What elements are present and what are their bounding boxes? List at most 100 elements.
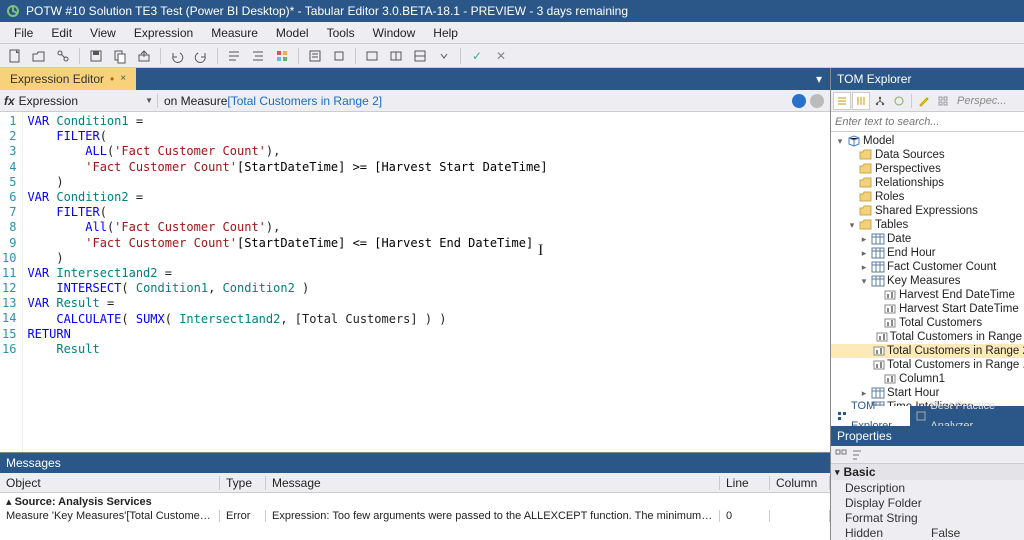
menu-view[interactable]: View (82, 24, 124, 42)
properties-title: Properties (831, 426, 1024, 446)
script-icon[interactable] (304, 46, 326, 66)
tree-node[interactable]: Harvest End DateTime (831, 288, 1024, 302)
panel-menu-icon[interactable]: ▾ (808, 69, 830, 89)
tom-tree[interactable]: ▾ModelData SourcesPerspectivesRelationsh… (831, 132, 1024, 406)
col-type[interactable]: Type (220, 476, 266, 490)
window1-icon[interactable] (361, 46, 383, 66)
expression-selector[interactable]: fx Expression ▼ (0, 94, 158, 108)
check-icon[interactable]: ✓ (466, 46, 488, 66)
tree-node[interactable]: Total Customers in Range ... (831, 358, 1024, 372)
toolbar-separator (160, 48, 161, 64)
hierarchy-icon[interactable] (871, 92, 889, 110)
window2-icon[interactable] (385, 46, 407, 66)
box-icon[interactable] (328, 46, 350, 66)
toolbar-separator (911, 94, 912, 108)
tom-search[interactable] (831, 112, 1024, 132)
menu-help[interactable]: Help (425, 24, 466, 42)
close-tab-icon[interactable]: × (120, 68, 126, 90)
property-row[interactable]: Display Folder (831, 495, 1024, 510)
context-prefix: on Measure (164, 94, 227, 108)
message-source[interactable]: ▴ Source: Analysis Services (0, 493, 830, 510)
messages-columns: Object Type Message Line Column (0, 473, 830, 493)
bpa-icon (916, 411, 926, 421)
tree-node[interactable]: ▸Fact Customer Count (831, 260, 1024, 274)
copy-icon[interactable] (109, 46, 131, 66)
sort-icon[interactable] (851, 449, 863, 461)
col-message[interactable]: Message (266, 476, 720, 490)
window3-icon[interactable] (409, 46, 431, 66)
tree-node[interactable]: ▸End Hour (831, 246, 1024, 260)
chevron-down-icon[interactable] (433, 46, 455, 66)
msg-column (770, 510, 830, 522)
msg-object: Measure 'Key Measures'[Total Customers i… (0, 510, 220, 522)
context-measure-link[interactable]: Total Customers in Range 2 (231, 94, 379, 108)
messages-title: Messages (0, 453, 830, 473)
comment-icon[interactable] (247, 46, 269, 66)
menu-expression[interactable]: Expression (126, 24, 201, 42)
col-object[interactable]: Object (0, 476, 220, 490)
tree-node[interactable]: Relationships (831, 176, 1024, 190)
palette-icon[interactable] (271, 46, 293, 66)
perspective-selector[interactable]: Perspec... (953, 95, 1022, 107)
tree-node[interactable]: ▾Tables (831, 218, 1024, 232)
col-line[interactable]: Line (720, 476, 770, 490)
tree-node[interactable]: Total Customers (831, 316, 1024, 330)
tree-node[interactable]: Total Customers in Range 2 (831, 344, 1024, 358)
window-titlebar: POTW #10 Solution TE3 Test (Power BI Des… (0, 0, 1024, 22)
menu-edit[interactable]: Edit (43, 24, 80, 42)
property-row[interactable]: HiddenFalse (831, 525, 1024, 540)
category-label: Basic (844, 465, 876, 479)
col-column[interactable]: Column (770, 476, 830, 490)
message-row[interactable]: Measure 'Key Measures'[Total Customers i… (0, 510, 830, 522)
tree-icon (837, 411, 847, 421)
open-icon[interactable] (28, 46, 50, 66)
tree-node[interactable]: Column1 (831, 372, 1024, 386)
menu-file[interactable]: File (6, 24, 41, 42)
connect-icon[interactable] (52, 46, 74, 66)
format-icon[interactable] (223, 46, 245, 66)
accept-icon[interactable] (792, 94, 806, 108)
tree-node[interactable]: ▸Date (831, 232, 1024, 246)
redo-icon[interactable] (190, 46, 212, 66)
tree-node[interactable]: Harvest Start DateTime (831, 302, 1024, 316)
code-area[interactable]: VAR Condition1 = FILTER( ALL('Fact Custo… (23, 112, 551, 452)
tree-node[interactable]: Data Sources (831, 148, 1024, 162)
close-icon[interactable]: ✕ (490, 46, 512, 66)
tab-best-practice-analyzer[interactable]: Best Practice Analyzer (910, 406, 1024, 426)
messages-panel: Messages Object Type Message Line Column… (0, 452, 830, 540)
grid-icon[interactable] (934, 92, 952, 110)
new-icon[interactable] (4, 46, 26, 66)
filter-icon[interactable] (890, 92, 908, 110)
code-editor[interactable]: 12345678910111213141516 VAR Condition1 =… (0, 112, 830, 452)
menu-window[interactable]: Window (365, 24, 424, 42)
save-icon[interactable] (85, 46, 107, 66)
search-input[interactable] (835, 116, 1020, 128)
tree-node[interactable]: Total Customers in Range (831, 330, 1024, 344)
categorize-icon[interactable] (835, 449, 847, 461)
menu-measure[interactable]: Measure (203, 24, 266, 42)
list-view-icon[interactable] (833, 92, 851, 110)
tree-node[interactable]: Perspectives (831, 162, 1024, 176)
tree-node[interactable]: Shared Expressions (831, 204, 1024, 218)
deploy-icon[interactable] (133, 46, 155, 66)
menu-tools[interactable]: Tools (319, 24, 363, 42)
pencil-icon[interactable] (915, 92, 933, 110)
undo-icon[interactable] (166, 46, 188, 66)
menu-model[interactable]: Model (268, 24, 317, 42)
expression-bar: fx Expression ▼ on Measure [ Total Custo… (0, 90, 830, 112)
tree-node[interactable]: ▾Model (831, 134, 1024, 148)
line-number-gutter: 12345678910111213141516 (0, 112, 23, 452)
property-row[interactable]: Description (831, 480, 1024, 495)
tree-node[interactable]: Roles (831, 190, 1024, 204)
toolbar-separator (460, 48, 461, 64)
expression-label: Expression (19, 94, 78, 108)
tree-node[interactable]: ▾Key Measures (831, 274, 1024, 288)
tab-tom-explorer[interactable]: TOM Explorer (831, 406, 910, 426)
property-row[interactable]: Format String (831, 510, 1024, 525)
tab-expression-editor[interactable]: Expression Editor • × (0, 68, 136, 90)
chevron-down-icon: ▼ (145, 96, 153, 105)
cancel-icon[interactable] (810, 94, 824, 108)
column-view-icon[interactable] (852, 92, 870, 110)
app-icon (6, 4, 20, 18)
properties-category-basic[interactable]: ▾Basic (831, 464, 1024, 480)
